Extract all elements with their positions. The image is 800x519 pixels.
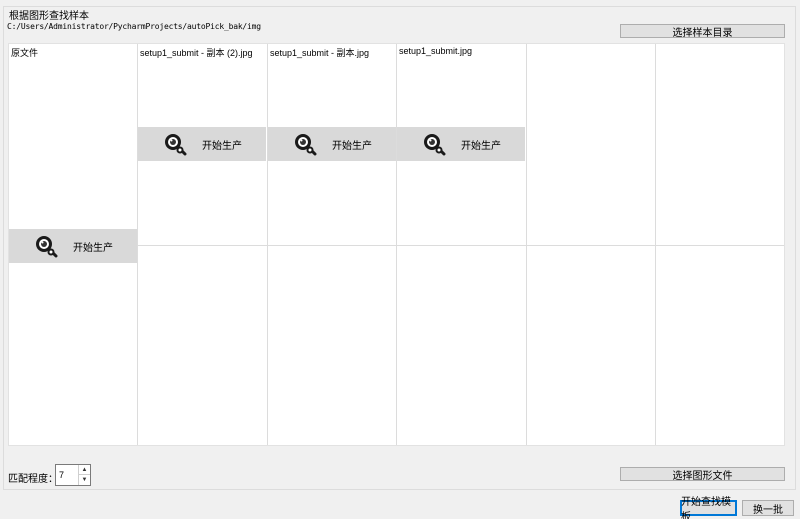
next-batch-button[interactable]: 换一批: [742, 500, 794, 516]
match-degree-value[interactable]: 7: [59, 470, 64, 480]
produce-label: 开始生产: [461, 140, 501, 152]
image-name-label: setup1_submit.jpg: [399, 46, 473, 56]
sample-dir-path: C:/Users/Administrator/PycharmProjects/a…: [7, 22, 261, 31]
gear-search-icon: [295, 134, 317, 156]
spin-arrows: ▲ ▼: [78, 465, 90, 485]
produce-button[interactable]: 开始生产: [138, 127, 266, 161]
image-grid: 原文件 setup1_submit - 副本 (2).jpg setup1_su…: [8, 43, 785, 446]
produce-label: 开始生产: [332, 140, 372, 152]
groupbox-title: 根据图形查找样本: [8, 7, 90, 22]
produce-label: 开始生产: [73, 242, 113, 254]
origin-produce-button[interactable]: 开始生产: [9, 229, 137, 263]
image-name-label: setup1_submit - 副本 (2).jpg: [140, 48, 253, 58]
produce-button[interactable]: 开始生产: [268, 127, 396, 161]
origin-file-label: 原文件: [11, 48, 39, 58]
produce-label: 开始生产: [202, 140, 242, 152]
match-degree-spinbox[interactable]: 7 ▲ ▼: [55, 464, 91, 486]
grid-divider: [138, 245, 784, 246]
gear-search-icon: [36, 236, 58, 258]
spin-up-icon[interactable]: ▲: [79, 465, 90, 475]
start-search-template-button[interactable]: 开始查找模板: [680, 497, 737, 519]
select-sample-dir-button[interactable]: 选择样本目录: [620, 24, 785, 39]
produce-button[interactable]: 开始生产: [397, 127, 525, 161]
gear-search-icon: [424, 134, 446, 156]
match-degree-label: 匹配程度：: [8, 474, 58, 485]
select-image-file-button[interactable]: 选择图形文件: [620, 467, 785, 482]
gear-search-icon: [165, 134, 187, 156]
image-name-label: setup1_submit - 副本.jpg: [270, 48, 370, 58]
spin-down-icon[interactable]: ▼: [79, 475, 90, 485]
